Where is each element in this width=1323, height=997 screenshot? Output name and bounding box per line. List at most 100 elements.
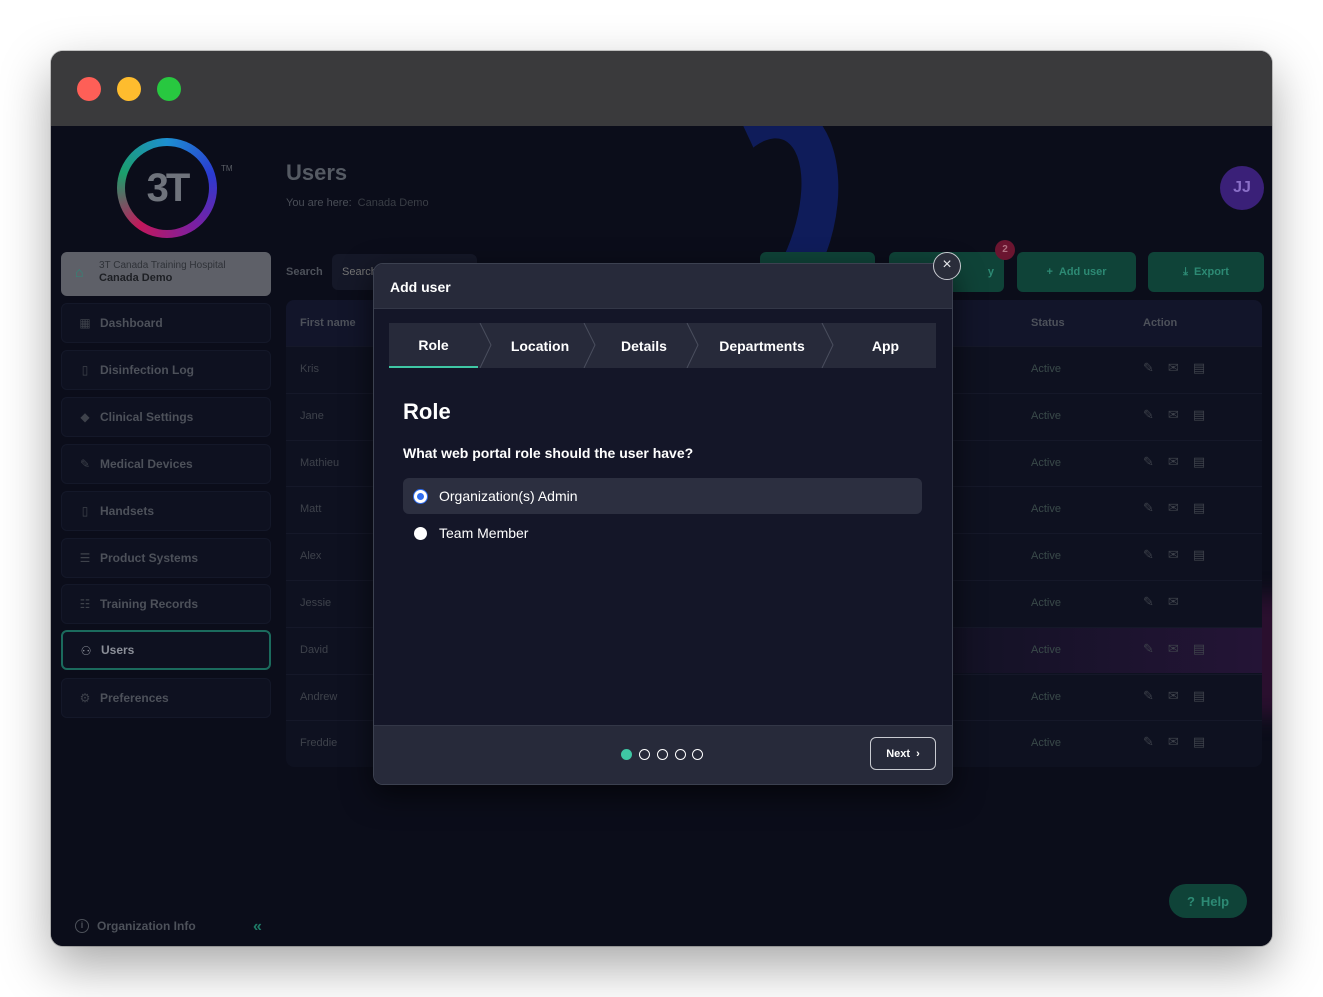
home-icon: ⌂ bbox=[75, 264, 84, 280]
app-window: 3T TM ⌂ 3T Canada Training Hospital Cana… bbox=[51, 51, 1272, 946]
edit-icon[interactable]: ✎ bbox=[1143, 547, 1154, 563]
organization-info-link[interactable]: i Organization Info bbox=[75, 919, 196, 933]
archive-icon[interactable]: ▤ bbox=[1193, 547, 1205, 563]
radio-unselected-icon[interactable] bbox=[414, 527, 427, 540]
close-window-button[interactable] bbox=[77, 77, 101, 101]
checklist-icon: ☷ bbox=[79, 597, 91, 611]
first-name-cell: Jane bbox=[300, 410, 324, 422]
page-dot bbox=[639, 749, 650, 760]
notification-badge: 2 bbox=[995, 240, 1015, 260]
edit-icon[interactable]: ✎ bbox=[1143, 454, 1154, 470]
mail-icon[interactable]: ✉ bbox=[1168, 547, 1179, 563]
sidebar-item-medical-devices[interactable]: ✎ Medical Devices bbox=[61, 444, 271, 484]
document-icon: ▯ bbox=[81, 363, 89, 377]
organization-selector[interactable]: ⌂ 3T Canada Training Hospital Canada Dem… bbox=[61, 252, 271, 296]
archive-icon[interactable]: ▤ bbox=[1193, 734, 1205, 750]
next-button[interactable]: Next › bbox=[870, 737, 936, 770]
logo-text: 3T bbox=[125, 146, 209, 230]
tab-role[interactable]: Role bbox=[389, 323, 478, 368]
archive-icon[interactable]: ▤ bbox=[1193, 360, 1205, 376]
role-question: What web portal role should the user hav… bbox=[403, 445, 694, 461]
sidebar-item-training-records[interactable]: ☷ Training Records bbox=[61, 584, 271, 624]
sidebar-item-label: Clinical Settings bbox=[100, 410, 194, 424]
edit-icon[interactable]: ✎ bbox=[1143, 688, 1154, 704]
section-heading: Role bbox=[403, 399, 451, 424]
mail-icon[interactable]: ✉ bbox=[1168, 360, 1179, 376]
mail-icon[interactable]: ✉ bbox=[1168, 594, 1179, 610]
column-header-status[interactable]: Status bbox=[1031, 317, 1065, 329]
page-dot-active bbox=[621, 749, 632, 760]
row-actions: ✎ ✉ bbox=[1143, 594, 1179, 610]
mail-icon[interactable]: ✉ bbox=[1168, 500, 1179, 516]
mail-icon[interactable]: ✉ bbox=[1168, 734, 1179, 750]
row-actions: ✎ ✉ ▤ bbox=[1143, 734, 1205, 750]
sidebar-item-clinical-settings[interactable]: ◆ Clinical Settings bbox=[61, 397, 271, 437]
first-name-cell: Andrew bbox=[300, 691, 338, 703]
sidebar-item-dashboard[interactable]: ▦ Dashboard bbox=[61, 303, 271, 343]
tab-departments[interactable]: Departments bbox=[700, 323, 824, 368]
status-cell: Active bbox=[1031, 691, 1061, 703]
add-user-button[interactable]: + Add user bbox=[1017, 252, 1136, 292]
minimize-window-button[interactable] bbox=[117, 77, 141, 101]
close-modal-icon[interactable]: × bbox=[933, 252, 961, 280]
first-name-cell: Matt bbox=[300, 503, 322, 515]
step-separator-icon bbox=[583, 323, 596, 368]
user-avatar[interactable]: JJ bbox=[1220, 166, 1264, 210]
maximize-window-button[interactable] bbox=[157, 77, 181, 101]
help-button[interactable]: ? Help bbox=[1169, 884, 1247, 918]
archive-icon[interactable]: ▤ bbox=[1193, 454, 1205, 470]
edit-icon[interactable]: ✎ bbox=[1143, 500, 1154, 516]
edit-icon[interactable]: ✎ bbox=[1143, 734, 1154, 750]
org-hospital: 3T Canada Training Hospital bbox=[99, 260, 226, 271]
status-cell: Active bbox=[1031, 644, 1061, 656]
status-cell: Active bbox=[1031, 597, 1061, 609]
role-option-admin[interactable]: Organization(s) Admin bbox=[403, 478, 922, 514]
collapse-sidebar-icon[interactable]: « bbox=[253, 918, 262, 936]
archive-icon[interactable]: ▤ bbox=[1193, 500, 1205, 516]
diamond-icon: ◆ bbox=[80, 410, 90, 424]
tab-location[interactable]: Location bbox=[493, 323, 587, 368]
edit-icon[interactable]: ✎ bbox=[1143, 641, 1154, 657]
sidebar-item-label: Medical Devices bbox=[100, 457, 193, 471]
step-separator-icon bbox=[686, 323, 699, 368]
archive-icon[interactable]: ▤ bbox=[1193, 688, 1205, 704]
role-option-team-member[interactable]: Team Member bbox=[403, 515, 922, 551]
download-icon: ⤓ bbox=[1183, 265, 1189, 278]
column-header-first-name[interactable]: First name bbox=[300, 317, 356, 329]
sidebar-item-handsets[interactable]: ▯ Handsets bbox=[61, 491, 271, 531]
page-title: Users bbox=[286, 160, 348, 185]
mail-icon[interactable]: ✉ bbox=[1168, 641, 1179, 657]
mail-icon[interactable]: ✉ bbox=[1168, 407, 1179, 423]
radio-selected-icon[interactable] bbox=[414, 490, 427, 503]
edit-icon[interactable]: ✎ bbox=[1143, 407, 1154, 423]
row-actions: ✎ ✉ ▤ bbox=[1143, 360, 1205, 376]
row-actions: ✎ ✉ ▤ bbox=[1143, 688, 1205, 704]
plus-icon: + bbox=[1046, 266, 1053, 278]
status-cell: Active bbox=[1031, 550, 1061, 562]
list-icon: ☰ bbox=[79, 551, 91, 565]
breadcrumb: You are here: Canada Demo bbox=[286, 197, 429, 209]
mail-icon[interactable]: ✉ bbox=[1168, 688, 1179, 704]
archive-icon[interactable]: ▤ bbox=[1193, 641, 1205, 657]
add-user-modal: Add user Role Location Details Departmen… bbox=[373, 263, 953, 785]
tab-app[interactable]: App bbox=[835, 323, 936, 368]
sidebar-item-users[interactable]: ⚇ Users bbox=[61, 630, 271, 670]
archive-icon[interactable]: ▤ bbox=[1193, 407, 1205, 423]
sidebar-item-preferences[interactable]: ⚙ Preferences bbox=[61, 678, 271, 718]
mail-icon[interactable]: ✉ bbox=[1168, 454, 1179, 470]
status-cell: Active bbox=[1031, 737, 1061, 749]
gear-icon: ⚙ bbox=[79, 691, 91, 705]
sidebar-item-label: Handsets bbox=[100, 504, 155, 518]
sidebar-item-product-systems[interactable]: ☰ Product Systems bbox=[61, 538, 271, 578]
first-name-cell: David bbox=[300, 644, 329, 656]
tab-details[interactable]: Details bbox=[597, 323, 691, 368]
edit-icon[interactable]: ✎ bbox=[1143, 360, 1154, 376]
brand-logo: 3T bbox=[117, 138, 217, 238]
sidebar-item-label: Disinfection Log bbox=[100, 363, 194, 377]
edit-icon[interactable]: ✎ bbox=[1143, 594, 1154, 610]
page-dot bbox=[692, 749, 703, 760]
sidebar-item-disinfection-log[interactable]: ▯ Disinfection Log bbox=[61, 350, 271, 390]
step-tabs: Role Location Details Departments App bbox=[389, 323, 936, 368]
export-button[interactable]: ⤓ Export bbox=[1148, 252, 1264, 292]
breadcrumb-item[interactable]: Canada Demo bbox=[358, 197, 429, 209]
